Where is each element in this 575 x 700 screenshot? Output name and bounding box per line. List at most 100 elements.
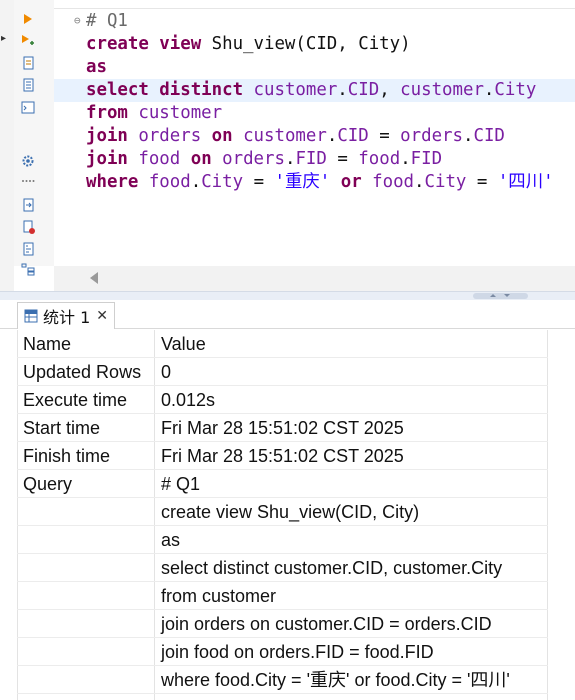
table-row[interactable]: create view Shu_view(CID, City) — [17, 498, 548, 526]
close-icon[interactable]: ✕ — [96, 309, 108, 323]
code-token: CID — [473, 126, 505, 146]
explain-icon[interactable] — [21, 242, 35, 256]
code-line[interactable]: join orders on customer.CID = orders.CID — [86, 125, 575, 148]
code-line[interactable]: select distinct customer.CID, customer.C… — [54, 79, 575, 102]
sql-editor[interactable]: ▸ ⊖ # Q1 create view Shu_view(CID, City)… — [0, 0, 575, 291]
code-token: create view — [86, 34, 212, 54]
code-token: customer — [243, 126, 327, 146]
expand-down-icon[interactable] — [504, 294, 510, 297]
code-token: orders — [138, 126, 212, 146]
row-value: from customer — [161, 586, 277, 606]
row-value: select distinct customer.CID, customer.C… — [161, 558, 503, 578]
code-token: City — [201, 172, 244, 192]
table-row[interactable]: as — [17, 526, 548, 554]
code-token: join — [86, 149, 139, 169]
console-icon[interactable] — [21, 100, 35, 114]
error-log-icon[interactable] — [21, 220, 35, 234]
code-line[interactable]: from customer — [86, 102, 575, 125]
code-lines[interactable]: # Q1 create view Shu_view(CID, City) as sel… — [54, 10, 575, 194]
run-icon[interactable] — [21, 12, 35, 26]
code-token: CID — [337, 126, 369, 146]
code-token: orders — [222, 149, 285, 169]
code-token: FID — [410, 149, 443, 169]
code-line[interactable]: join food on orders.FID = food.FID — [86, 148, 575, 171]
code-token: as — [86, 57, 107, 77]
code-line[interactable]: create view Shu_view(CID, City) — [86, 33, 575, 56]
statistics-table: Name Value Updated Rows 0 Execute time 0.01… — [17, 330, 548, 694]
code-token: . — [284, 149, 296, 169]
code-token: . — [326, 126, 338, 146]
table-row[interactable]: Execute time 0.012s — [17, 386, 548, 414]
code-token: on — [211, 126, 244, 146]
code-token: = — [326, 149, 359, 169]
table-row[interactable]: Start time Fri Mar 28 15:51:02 CST 2025 — [17, 414, 548, 442]
code-token: orders — [400, 126, 463, 146]
settings-icon[interactable] — [21, 154, 35, 168]
scroll-left-arrow-icon[interactable] — [90, 272, 98, 284]
code-token: join — [86, 126, 139, 146]
code-line[interactable]: as — [86, 56, 575, 79]
code-token: '四川' — [497, 172, 554, 192]
table-row[interactable]: Updated Rows 0 — [17, 358, 548, 386]
code-line[interactable]: # Q1 — [86, 10, 575, 33]
collapse-up-icon[interactable] — [490, 294, 496, 297]
run-add-icon[interactable] — [21, 34, 35, 48]
header-name[interactable]: Name — [23, 330, 71, 358]
script-icon[interactable] — [21, 56, 35, 70]
row-value: Fri Mar 28 15:51:02 CST 2025 — [161, 446, 404, 466]
table-row[interactable]: where food.City = '重庆' or food.City = '四… — [17, 666, 548, 694]
code-token: . — [400, 149, 411, 169]
code-token: Shu_view(CID, City) — [211, 34, 411, 54]
code-token: . — [463, 126, 474, 146]
row-value: join orders on customer.CID = orders.CID — [161, 614, 492, 634]
outline-icon[interactable] — [21, 262, 35, 276]
code-token: food — [148, 172, 191, 192]
editor-top-divider — [54, 8, 575, 9]
row-value: where food.City = '重庆' or food.City = '四… — [161, 670, 510, 690]
table-row[interactable]: Finish time Fri Mar 28 15:51:02 CST 2025 — [17, 442, 548, 470]
code-token: = — [243, 172, 275, 192]
code-token: on — [190, 149, 223, 169]
code-token: FID — [295, 149, 327, 169]
code-line[interactable]: where food.City = '重庆' or food.City = '四… — [86, 171, 575, 194]
export-icon[interactable] — [21, 198, 35, 212]
row-value: 0.012s — [161, 390, 216, 410]
code-token: customer — [400, 80, 484, 100]
tab-statistics[interactable]: 统计 1 ✕ — [17, 302, 116, 329]
row-name: Query — [23, 474, 73, 494]
panel-splitter[interactable] — [0, 291, 575, 300]
code-token: or — [330, 172, 373, 192]
fold-toggle-icon[interactable]: ⊖ — [74, 14, 81, 27]
table-body: Updated Rows 0 Execute time 0.012s Start tim… — [17, 358, 548, 694]
code-token: = — [368, 126, 401, 146]
side-toolbar-strip: ▸ — [0, 0, 14, 291]
table-row[interactable]: Query # Q1 — [17, 470, 548, 498]
code-token: , — [379, 80, 401, 100]
table-row[interactable]: select distinct customer.CID, customer.C… — [17, 554, 548, 582]
editor-horizontal-scrollbar[interactable] — [54, 266, 575, 291]
results-tabbar: 统计 1 ✕ — [0, 300, 575, 329]
table-header-row: Name Value — [17, 330, 548, 358]
row-value: Fri Mar 28 15:51:02 CST 2025 — [161, 418, 404, 438]
header-value[interactable]: Value — [161, 330, 206, 358]
row-name: Start time — [23, 418, 101, 438]
editor-gutter — [14, 0, 54, 275]
collapse-marker-icon[interactable]: ▸ — [1, 34, 6, 44]
row-value: as — [161, 530, 181, 550]
code-token: select distinct — [86, 80, 254, 100]
code-token: . — [414, 172, 425, 192]
script-list-icon[interactable] — [21, 78, 35, 92]
row-value: # Q1 — [161, 474, 201, 494]
dots-icon — [21, 174, 35, 188]
splitter-handle[interactable] — [473, 293, 528, 299]
code-token: . — [337, 80, 348, 100]
code-token: City — [424, 172, 467, 192]
code-token: customer — [253, 80, 338, 100]
code-area[interactable]: ⊖ # Q1 create view Shu_view(CID, City) as s… — [54, 0, 575, 266]
table-row[interactable]: join orders on customer.CID = orders.CID — [17, 610, 548, 638]
code-token: City — [494, 80, 537, 100]
code-token: customer — [138, 103, 223, 123]
row-value: join food on orders.FID = food.FID — [161, 642, 434, 662]
table-row[interactable]: from customer — [17, 582, 548, 610]
table-row[interactable]: join food on orders.FID = food.FID — [17, 638, 548, 666]
